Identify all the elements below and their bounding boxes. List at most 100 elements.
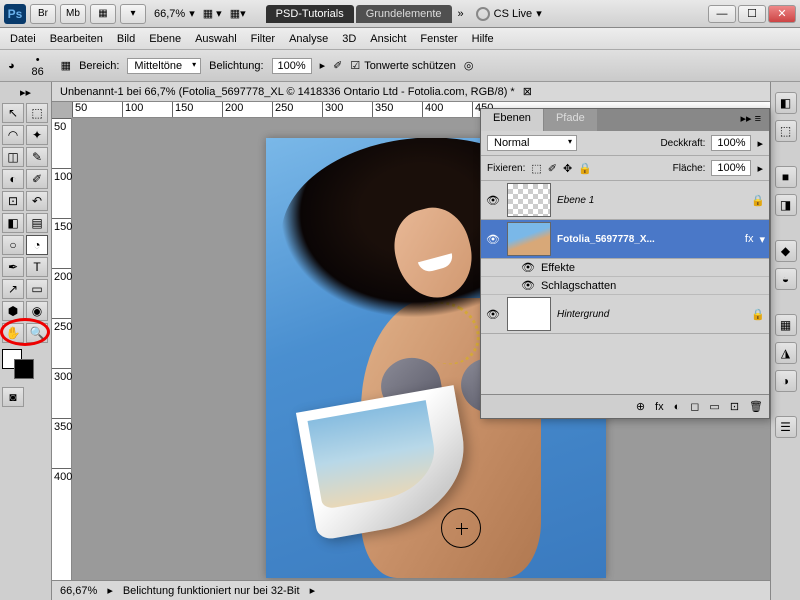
crop-tool[interactable]: ◫: [2, 147, 24, 167]
visibility-icon[interactable]: 👁: [485, 194, 501, 207]
screen-mode-button[interactable]: ▦: [90, 4, 116, 24]
trash-icon[interactable]: 🗑: [749, 400, 763, 413]
lock-trans-icon[interactable]: ⬚: [531, 162, 541, 175]
stamp-tool[interactable]: ⊡: [2, 191, 24, 211]
bereich-select[interactable]: Mitteltöne: [127, 58, 201, 74]
maximize-button[interactable]: ☐: [738, 5, 766, 23]
hand-tool[interactable]: ✋: [2, 323, 24, 343]
mask-icon[interactable]: ◐: [674, 401, 681, 413]
shape-tool[interactable]: ▭: [26, 279, 48, 299]
bridge-button[interactable]: Br: [30, 4, 56, 24]
tool-preset-icon[interactable]: ◕: [8, 60, 15, 72]
menu-auswahl[interactable]: Auswahl: [195, 33, 237, 45]
eyedrop-tool[interactable]: ✎: [26, 147, 48, 167]
belichtung-input[interactable]: 100%: [272, 58, 312, 74]
visibility-icon[interactable]: 👁: [521, 261, 535, 274]
layer-thumb[interactable]: [507, 297, 551, 331]
color-swatches[interactable]: [2, 349, 40, 379]
layer-name[interactable]: Ebene 1: [557, 195, 745, 206]
visibility-icon[interactable]: 👁: [485, 308, 501, 321]
blend-mode-select[interactable]: Normal: [487, 135, 577, 151]
status-menu[interactable]: ▸: [310, 584, 316, 597]
dock-actions-icon[interactable]: ◑: [775, 370, 797, 392]
dock-masks-icon[interactable]: ◨: [775, 194, 797, 216]
menu-3d[interactable]: 3D: [342, 33, 356, 45]
ruler-vertical[interactable]: 50 100 150 200 250 300 350 400: [52, 118, 72, 580]
menu-fenster[interactable]: Fenster: [420, 33, 457, 45]
workspace-tab-psd[interactable]: PSD-Tutorials: [266, 5, 354, 23]
status-zoom[interactable]: 66,67%: [60, 585, 97, 597]
menu-datei[interactable]: Datei: [10, 33, 36, 45]
tab-ebenen[interactable]: Ebenen: [481, 109, 544, 131]
path-tool[interactable]: ↗: [2, 279, 24, 299]
cslive-button[interactable]: CS Live ▾: [476, 7, 542, 21]
menu-analyse[interactable]: Analyse: [289, 33, 328, 45]
deckkraft-input[interactable]: 100%: [711, 135, 751, 151]
workspace-tab-grund[interactable]: Grundelemente: [356, 5, 452, 23]
lock-all-icon[interactable]: 🔒: [578, 162, 592, 175]
menu-bearbeiten[interactable]: Bearbeiten: [50, 33, 103, 45]
new-layer-icon[interactable]: ⊡: [730, 400, 739, 413]
zoom-display[interactable]: 66,7%: [154, 8, 185, 20]
dock-nav-icon[interactable]: ▦: [775, 314, 797, 336]
toolbox-collapse[interactable]: ▸▸: [2, 86, 49, 99]
group-icon[interactable]: ▭: [709, 400, 719, 413]
heal-tool[interactable]: ◐: [2, 169, 24, 189]
belichtung-flyout[interactable]: ▸: [320, 59, 326, 72]
eraser-tool[interactable]: ◧: [2, 213, 24, 233]
dock-hist-icon[interactable]: ◮: [775, 342, 797, 364]
document-tab[interactable]: Unbenannt-1 bei 66,7% (Fotolia_5697778_X…: [52, 82, 800, 102]
move-tool[interactable]: ↖: [2, 103, 24, 123]
airbrush-icon[interactable]: ✐: [333, 59, 342, 72]
tonwerte-checkbox[interactable]: ☑ Tonwerte schützen: [350, 59, 456, 72]
dock-styles-icon[interactable]: ◆: [775, 240, 797, 262]
minibridge-button[interactable]: Mb: [60, 4, 86, 24]
menu-hilfe[interactable]: Hilfe: [472, 33, 494, 45]
view-extras-button[interactable]: ▦ ▾: [203, 7, 222, 20]
layer-effect-dropshadow[interactable]: 👁 Schlagschatten: [481, 277, 769, 295]
history-tool[interactable]: ↶: [26, 191, 48, 211]
3dcam-tool[interactable]: ◉: [26, 301, 48, 321]
pen-tool[interactable]: ✒: [2, 257, 24, 277]
layer-effects[interactable]: 👁 Effekte: [481, 259, 769, 277]
dock-para-icon[interactable]: ☰: [775, 416, 797, 438]
screen-mode-menu[interactable]: ▾: [120, 4, 146, 24]
layer-name[interactable]: Fotolia_5697778_X...: [557, 234, 739, 245]
brush-tool[interactable]: ✐: [26, 169, 48, 189]
brush-preview[interactable]: •86: [23, 54, 53, 78]
dock-char-icon[interactable]: ◒: [775, 268, 797, 290]
fx-expand-icon[interactable]: ▾: [759, 233, 765, 246]
menu-ebene[interactable]: Ebene: [149, 33, 181, 45]
blur-tool[interactable]: ○: [2, 235, 24, 255]
marquee-tool[interactable]: ⬚: [26, 103, 48, 123]
zoom-tool[interactable]: 🔍: [26, 323, 48, 343]
brush-panel-icon[interactable]: ▦: [61, 59, 71, 72]
quickmask-tool[interactable]: ◙: [2, 387, 24, 407]
dock-color-icon[interactable]: ◧: [775, 92, 797, 114]
3d-tool[interactable]: ⬢: [2, 301, 24, 321]
minimize-button[interactable]: —: [708, 5, 736, 23]
dodge-tool[interactable]: ◔: [26, 235, 48, 255]
gradient-tool[interactable]: ▤: [26, 213, 48, 233]
layer-thumb[interactable]: [507, 222, 551, 256]
lasso-tool[interactable]: ◠: [2, 125, 24, 145]
background-color[interactable]: [14, 359, 34, 379]
fx-icon[interactable]: fx: [655, 401, 664, 413]
lock-pixel-icon[interactable]: ✐: [548, 162, 557, 175]
layer-row[interactable]: 👁 Hintergrund 🔒: [481, 295, 769, 334]
close-button[interactable]: ✕: [768, 5, 796, 23]
tab-pfade[interactable]: Pfade: [544, 109, 598, 131]
lock-pos-icon[interactable]: ✥: [563, 162, 572, 175]
deckkraft-flyout[interactable]: ▸: [757, 137, 763, 150]
pressure-icon[interactable]: ◎: [464, 59, 474, 72]
flaeche-input[interactable]: 100%: [711, 160, 751, 176]
panel-menu-icon[interactable]: ▸▸ ≡: [732, 109, 769, 131]
menu-filter[interactable]: Filter: [251, 33, 275, 45]
menu-bild[interactable]: Bild: [117, 33, 135, 45]
adjust-icon[interactable]: ◻: [690, 400, 699, 413]
arrange-button[interactable]: ▦▾: [230, 7, 246, 20]
layer-name[interactable]: Hintergrund: [557, 309, 745, 320]
type-tool[interactable]: T: [26, 257, 48, 277]
dock-adjust-icon[interactable]: ■: [775, 166, 797, 188]
menu-ansicht[interactable]: Ansicht: [370, 33, 406, 45]
